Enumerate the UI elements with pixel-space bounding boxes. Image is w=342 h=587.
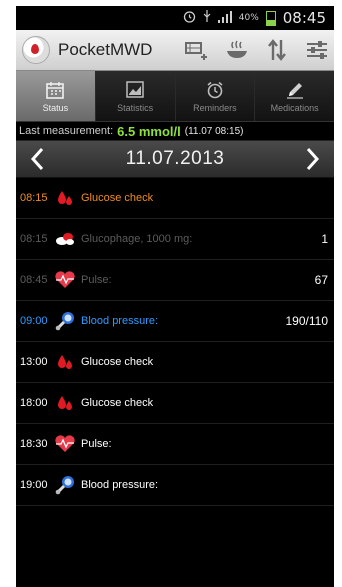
battery-percent: 40% (238, 13, 259, 23)
previous-day-chevron-left-icon[interactable] (26, 145, 48, 173)
last-measurement-timestamp: (11.07 08:15) (184, 125, 244, 137)
action-bar: PocketMWD (16, 30, 334, 71)
tab-label-medications: Medications (270, 102, 319, 113)
app-title: PocketMWD (58, 40, 153, 59)
list-item[interactable]: 08:45 Pulse: 67 (16, 260, 334, 301)
status-bar: 40% 08:45 (16, 6, 334, 30)
entry-label: Glucose check (81, 397, 154, 409)
blood-pressure-icon (54, 311, 76, 331)
last-measurement-bar: Last measurement: 6.5 mmol/l (11.07 08:1… (16, 122, 334, 141)
tab-label-status: Status (42, 102, 69, 113)
date-navigation: 11.07.2013 (16, 141, 334, 178)
app-logo-icon[interactable] (22, 36, 50, 64)
list-item[interactable]: 19:00 Blood pressure: (16, 465, 334, 506)
entry-label: Glucophage, 1000 mg: (81, 233, 193, 245)
entry-label: Pulse: (81, 274, 112, 286)
sort-icon[interactable] (264, 37, 290, 63)
entry-label: Blood pressure: (81, 315, 159, 327)
entry-time: 08:15 (20, 192, 48, 204)
list-item[interactable]: 13:00 Glucose check (16, 342, 334, 383)
blood-pressure-icon (54, 475, 76, 495)
chart-icon (126, 80, 144, 100)
filter-sliders-icon[interactable] (304, 37, 330, 63)
tab-statistics[interactable]: Statistics (95, 71, 176, 121)
list-item[interactable]: 09:00 Blood pressure: 190/110 (16, 301, 334, 342)
heart-pulse-icon (54, 270, 76, 290)
entry-time: 18:00 (20, 397, 48, 409)
last-measurement-label: Last measurement: (19, 125, 114, 137)
entry-label: Glucose check (81, 356, 154, 368)
alarm-clock-icon (206, 80, 224, 100)
blood-drop-icon (54, 393, 76, 413)
heart-pulse-icon (54, 434, 76, 454)
entry-value: 67 (314, 273, 328, 287)
blood-drop-icon (54, 188, 76, 208)
signal-icon (217, 10, 232, 26)
usb-icon (203, 10, 211, 26)
current-date[interactable]: 11.07.2013 (126, 148, 225, 170)
entry-label: Pulse: (81, 438, 112, 450)
list-item[interactable]: 18:30 Pulse: (16, 424, 334, 465)
alarm-icon (183, 10, 196, 26)
battery-icon (265, 10, 276, 26)
entries-list: 08:15 Glucose check 08:15 Glucophage, 10… (16, 178, 334, 506)
next-day-chevron-right-icon[interactable] (302, 145, 324, 173)
tab-label-reminders: Reminders (193, 102, 237, 113)
list-item[interactable]: 08:15 Glucose check (16, 178, 334, 219)
last-measurement-value: 6.5 mmol/l (117, 123, 181, 139)
tab-medications[interactable]: Medications (255, 71, 334, 121)
entry-time: 13:00 (20, 356, 48, 368)
entry-label: Glucose check (81, 192, 154, 204)
entry-value: 1 (321, 232, 328, 246)
pencil-icon (286, 80, 304, 100)
list-item[interactable]: 08:15 Glucophage, 1000 mg: 1 (16, 219, 334, 260)
entry-label: Blood pressure: (81, 479, 159, 491)
meal-icon[interactable] (224, 37, 250, 63)
tab-status[interactable]: Status (16, 71, 96, 121)
entry-value: 190/110 (285, 314, 329, 328)
clock: 08:45 (282, 9, 326, 27)
entry-time: 08:45 (20, 274, 48, 286)
add-entry-icon[interactable] (184, 37, 210, 63)
pills-icon (54, 229, 76, 249)
list-item[interactable]: 18:00 Glucose check (16, 383, 334, 424)
tab-bar: Status Statistics Reminders Medications (16, 71, 334, 122)
entry-time: 18:30 (20, 438, 48, 450)
tab-label-statistics: Statistics (117, 102, 154, 113)
tab-reminders[interactable]: Reminders (175, 71, 256, 121)
phone-screen: 40% 08:45 PocketMWD Status Statistics Re… (16, 6, 334, 587)
entry-time: 08:15 (20, 233, 48, 245)
calendar-icon (46, 80, 65, 100)
entry-time: 19:00 (20, 479, 48, 491)
blood-drop-icon (54, 352, 76, 372)
entry-time: 09:00 (20, 315, 48, 327)
